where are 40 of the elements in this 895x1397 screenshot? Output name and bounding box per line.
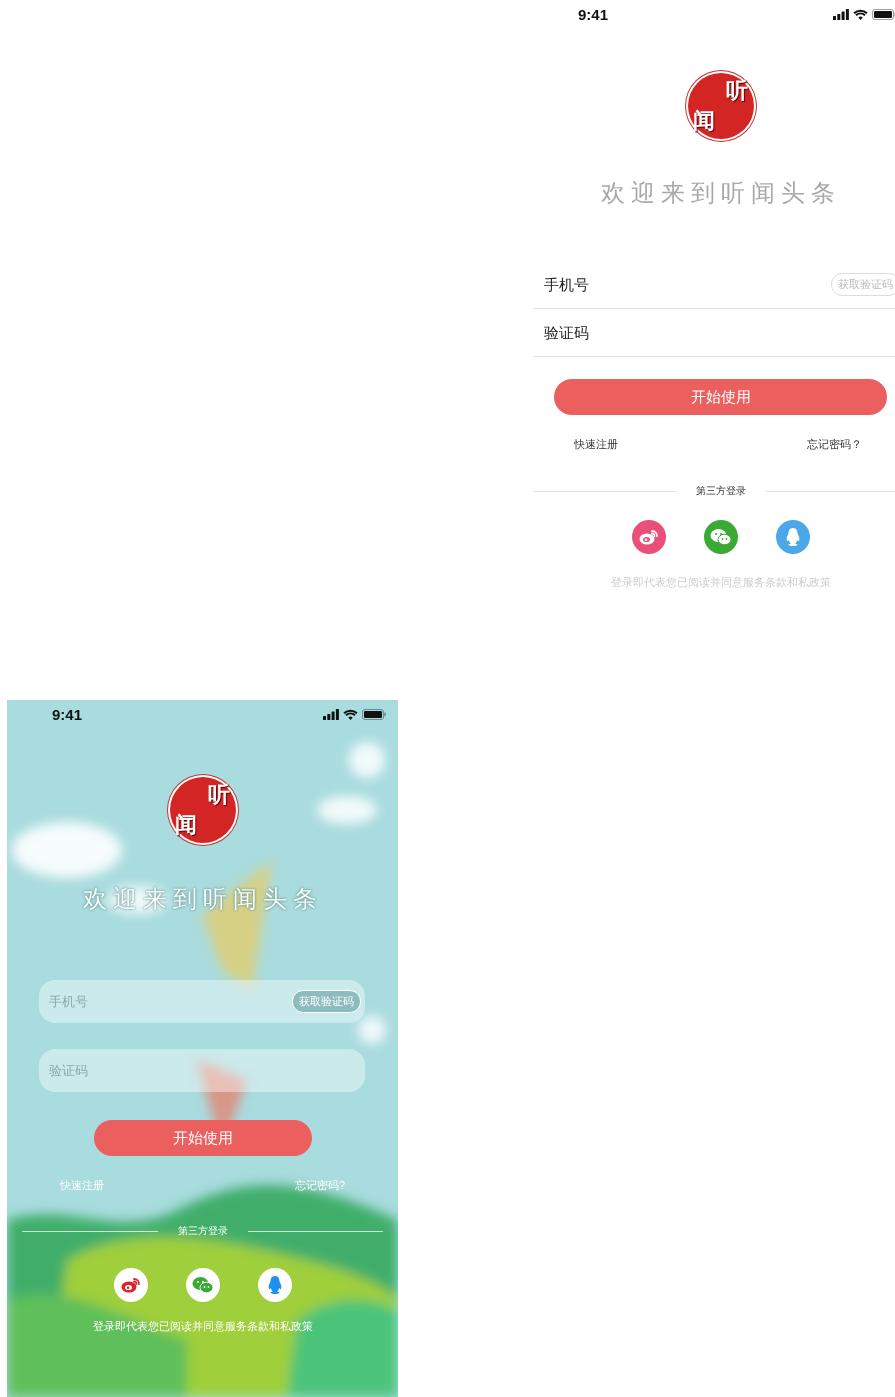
logo-character: 听 — [207, 780, 231, 809]
penguin-icon — [266, 1275, 283, 1295]
wifi-icon — [853, 8, 868, 20]
register-link[interactable]: 快速注册 — [60, 1178, 104, 1193]
phone-input[interactable]: 手机号 — [49, 994, 292, 1009]
swirl-eye-icon — [638, 529, 659, 545]
third-party-label: 第三方登录 — [695, 484, 746, 498]
code-input[interactable]: 验证码 — [49, 1063, 361, 1078]
code-field[interactable]: 验证码 — [533, 309, 895, 357]
wifi-icon — [343, 708, 358, 720]
register-link[interactable]: 快速注册 — [574, 437, 618, 452]
phone-input[interactable]: 手机号 — [544, 276, 831, 293]
welcome-title: 欢迎来到听闻头条 — [82, 884, 323, 915]
welcome-title: 欢迎来到听闻头条 — [600, 178, 841, 209]
logo-character: 听 — [725, 76, 749, 105]
status-time: 9:41 — [52, 705, 83, 723]
code-input[interactable]: 验证码 — [544, 324, 895, 341]
start-button[interactable]: 开始使用 — [554, 379, 887, 415]
social-login-button[interactable] — [703, 520, 738, 554]
forgot-password-link[interactable]: 忘记密码? — [294, 1178, 345, 1193]
signal-icon — [833, 8, 849, 20]
signal-icon — [323, 708, 339, 720]
phone-field[interactable]: 手机号 获取验证码 — [39, 980, 365, 1023]
agreement-text: 登录即代表您已阅读并同意服务条款和私政策 — [92, 1320, 313, 1334]
battery-icon — [362, 708, 386, 720]
logo-character: 闻 — [174, 810, 198, 839]
social-login-button[interactable] — [775, 520, 810, 554]
social-login-button[interactable] — [631, 520, 666, 554]
swirl-eye-icon — [120, 1277, 141, 1293]
third-party-label: 第三方登录 — [177, 1224, 228, 1238]
status-time: 9:41 — [578, 5, 609, 23]
chat-bubbles-icon — [709, 528, 732, 546]
logo-character: 闻 — [692, 106, 716, 135]
code-field[interactable]: 验证码 — [39, 1049, 365, 1092]
penguin-icon — [784, 527, 801, 547]
forgot-password-link[interactable]: 忘记密码？ — [807, 437, 862, 452]
start-button[interactable]: 开始使用 — [93, 1120, 312, 1156]
chat-bubbles-icon — [191, 1276, 214, 1294]
battery-icon — [872, 8, 895, 20]
get-code-button[interactable]: 获取验证码 — [292, 990, 361, 1013]
